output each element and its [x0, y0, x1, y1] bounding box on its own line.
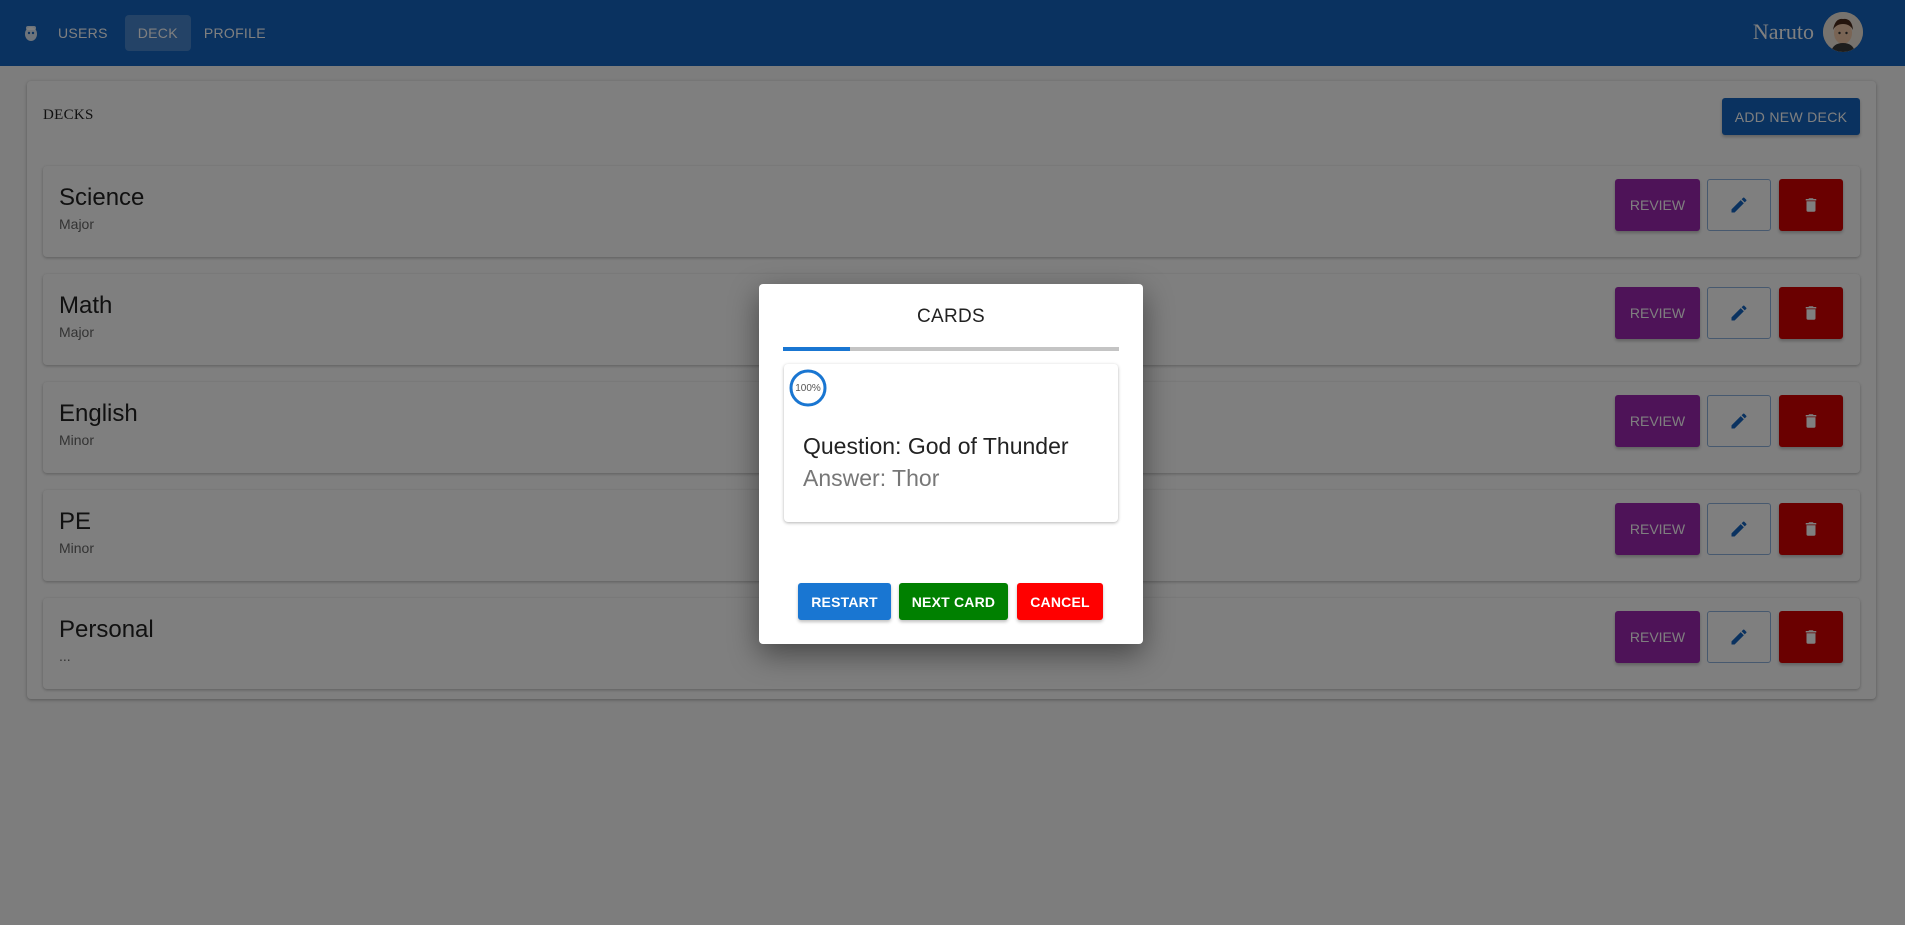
progress-bar	[783, 347, 1119, 351]
progress-percent: 100%	[795, 382, 821, 394]
next-card-button[interactable]: NEXT CARD	[899, 583, 1008, 620]
flash-card: 100% Question: God of Thunder Answer: Th…	[784, 364, 1118, 522]
cancel-button[interactable]: CANCEL	[1017, 583, 1103, 620]
progress-bar-fill	[783, 347, 851, 351]
card-answer: Answer: Thor	[803, 465, 940, 491]
cards-dialog: CARDS 100% Question: God of Thunder Answ…	[759, 284, 1143, 644]
dialog-title: CARDS	[916, 306, 985, 327]
card-question: Question: God of Thunder	[803, 433, 1069, 459]
restart-button[interactable]: RESTART	[798, 583, 891, 620]
